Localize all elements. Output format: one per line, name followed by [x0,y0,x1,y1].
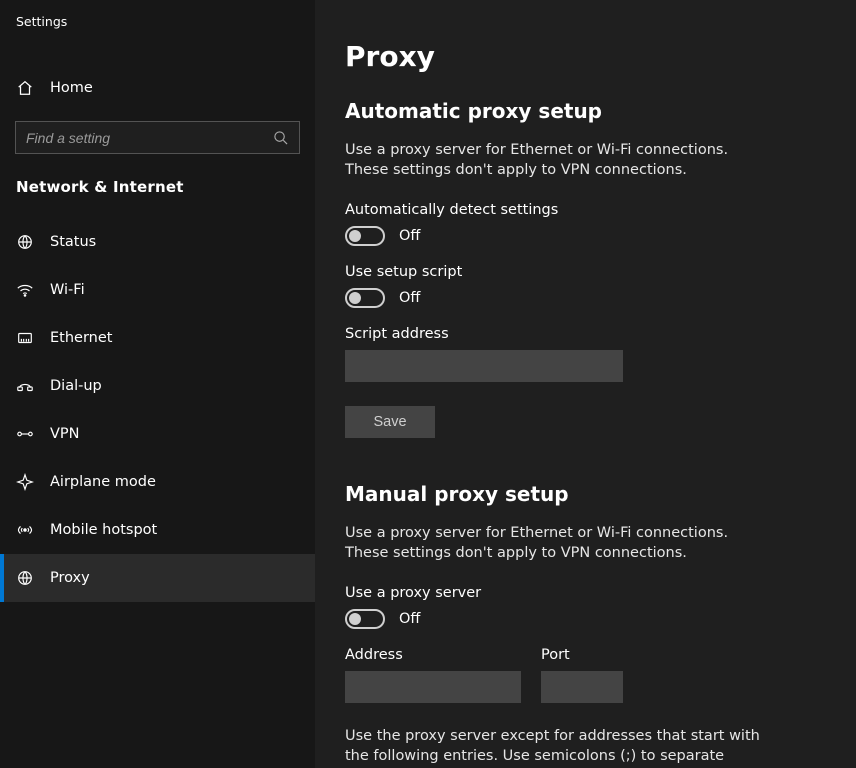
home-icon [16,79,34,97]
sidebar-item-wifi[interactable]: Wi-Fi [0,266,315,314]
address-col: Address [345,647,521,703]
vpn-icon [16,425,34,443]
sidebar-item-label: Mobile hotspot [50,522,157,538]
sidebar-item-status[interactable]: Status [0,218,315,266]
section-heading-auto: Automatic proxy setup [345,99,856,123]
address-port-row: Address Port [345,647,856,703]
label-use-proxy: Use a proxy server [345,585,856,601]
sidebar-item-label: Wi-Fi [50,282,85,298]
sidebar-item-label: Dial-up [50,378,102,394]
port-col: Port [541,647,623,703]
wifi-icon [16,281,34,299]
section-desc-manual: Use a proxy server for Ethernet or Wi-Fi… [345,524,775,563]
toggle-use-proxy[interactable]: Off [345,609,856,629]
sidebar: Settings Home Network & Internet [0,0,315,768]
sidebar-item-label: Airplane mode [50,474,156,490]
ethernet-icon [16,329,34,347]
save-button[interactable]: Save [345,406,435,438]
search-input[interactable] [26,130,273,146]
search-box[interactable] [15,121,300,154]
sidebar-item-dialup[interactable]: Dial-up [0,362,315,410]
sidebar-item-vpn[interactable]: VPN [0,410,315,458]
toggle-knob [349,292,361,304]
sidebar-item-hotspot[interactable]: Mobile hotspot [0,506,315,554]
proxy-icon [16,569,34,587]
search-icon [273,130,289,146]
label-use-script: Use setup script [345,264,856,280]
script-address-input[interactable] [345,350,623,382]
toggle-knob [349,230,361,242]
nav-home[interactable]: Home [0,67,315,109]
app-title: Settings [0,10,315,29]
hotspot-icon [16,521,34,539]
sidebar-item-label: Status [50,234,96,250]
page-title: Proxy [345,40,856,73]
label-script-address: Script address [345,326,856,342]
port-input[interactable] [541,671,623,703]
address-input[interactable] [345,671,521,703]
sidebar-item-label: Ethernet [50,330,112,346]
nav-list: Status Wi-Fi Ethernet [0,218,315,602]
toggle-use-script[interactable]: Off [345,288,856,308]
airplane-icon [16,473,34,491]
sidebar-item-proxy[interactable]: Proxy [0,554,315,602]
toggle-switch[interactable] [345,609,385,629]
toggle-switch[interactable] [345,226,385,246]
sidebar-item-airplane[interactable]: Airplane mode [0,458,315,506]
dialup-icon [16,377,34,395]
label-address: Address [345,647,521,663]
nav-home-label: Home [50,80,93,96]
toggle-auto-detect[interactable]: Off [345,226,856,246]
sidebar-item-label: Proxy [50,570,90,586]
toggle-state: Off [399,611,420,627]
main-content: Proxy Automatic proxy setup Use a proxy … [315,0,856,768]
toggle-state: Off [399,290,420,306]
label-port: Port [541,647,623,663]
toggle-switch[interactable] [345,288,385,308]
sidebar-category: Network & Internet [0,178,315,196]
sidebar-item-ethernet[interactable]: Ethernet [0,314,315,362]
sidebar-item-label: VPN [50,426,80,442]
toggle-state: Off [399,228,420,244]
section-desc-auto: Use a proxy server for Ethernet or Wi-Fi… [345,141,775,180]
search-wrap [0,121,315,154]
status-icon [16,233,34,251]
section-heading-manual: Manual proxy setup [345,482,856,506]
label-auto-detect: Automatically detect settings [345,202,856,218]
exceptions-desc: Use the proxy server except for addresse… [345,727,775,768]
toggle-knob [349,613,361,625]
